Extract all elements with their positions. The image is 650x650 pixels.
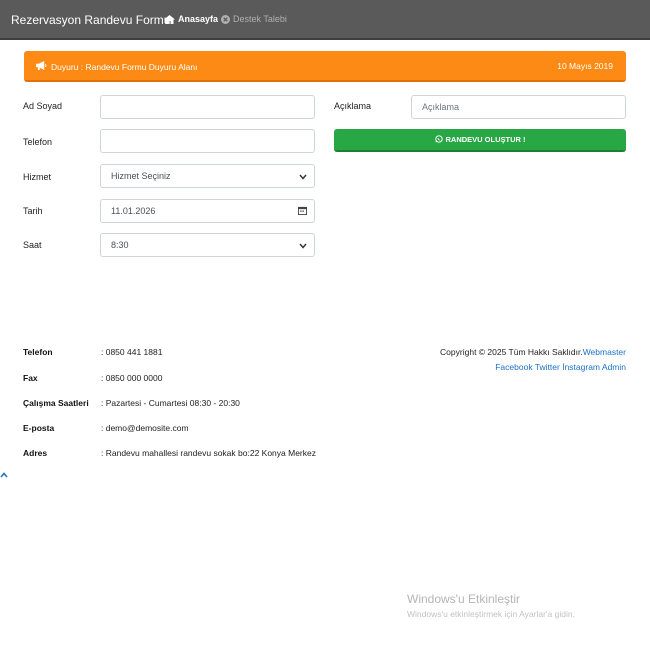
description-placeholder: Açıklama [422,102,460,112]
phone-input[interactable] [100,129,315,153]
webmaster-link[interactable]: Webmaster [583,347,626,357]
nav-home-link[interactable]: Anasayfa [164,14,218,24]
facebook-link[interactable]: Facebook [495,362,532,372]
name-label: Ad Soyad [23,101,63,111]
create-appointment-button[interactable]: RANDEVU OLUŞTUR ! [334,129,626,152]
date-input[interactable]: 11.01.2026 [100,199,315,223]
contact-label-email: E-posta [23,423,55,433]
chevron-down-icon [299,241,307,251]
nav-home-label: Anasayfa [178,14,219,24]
instagram-link[interactable]: İnstagram [562,362,600,372]
time-label: Saat [23,240,42,250]
time-selected: 8:30 [111,240,129,250]
announcement-date: 10 Mayıs 2019 [557,61,613,71]
twitter-link[interactable]: Twitter [535,362,560,372]
name-input[interactable] [100,95,315,119]
home-icon [164,14,175,24]
chevron-down-icon [299,172,307,182]
description-input[interactable]: Açıklama [411,95,626,119]
description-label: Açıklama [334,101,372,111]
footer-links: Facebook Twitter İnstagram Admin [495,362,626,372]
time-select[interactable]: 8:30 [100,233,315,257]
date-label: Tarih [23,206,43,216]
contact-value-phone: : 0850 441 1881 [101,347,163,357]
brand-title[interactable]: Rezervasyon Randevu Formu [11,13,170,27]
announcement-text-wrap: Duyuru : Randevu Formu Duyuru Alanı [36,61,197,72]
copyright: Copyright © 2025 Tüm Hakkı Saklıdır.Webm… [440,347,626,357]
contact-label-address: Adres [23,448,48,458]
contact-label-phone: Telefon [23,347,53,357]
phone-label: Telefon [23,137,53,147]
date-value: 11.01.2026 [111,206,156,216]
nav-support-label: Destek Talebi [233,14,287,24]
contact-value-hours: : Pazartesi - Cumartesi 08:30 - 20:30 [101,398,240,408]
activation-watermark-title: Windows'u Etkinleştir [407,592,520,606]
service-label: Hizmet [23,172,52,182]
contact-value-address: : Randevu mahallesi randevu sokak bo:22 … [101,448,316,458]
calendar-icon[interactable] [298,206,307,217]
contact-value-email: : demo@demosite.com [101,423,189,433]
contact-label-fax: Fax [23,373,38,383]
activation-watermark-subtitle: Windows'u etkinleştirmek için Ayarlar'a … [407,609,575,619]
megaphone-icon [36,61,47,72]
scroll-to-top-icon[interactable] [0,470,8,480]
announcement-bar: Duyuru : Randevu Formu Duyuru Alanı 10 M… [24,51,626,82]
nav-support-link[interactable]: Destek Talebi [221,14,287,24]
service-select[interactable]: Hizmet Seçiniz [100,164,315,188]
announcement-text: Duyuru : Randevu Formu Duyuru Alanı [51,61,198,72]
service-selected: Hizmet Seçiniz [111,171,171,181]
close-circle-icon [221,14,230,24]
contact-value-fax: : 0850 000 0000 [101,373,163,383]
admin-link[interactable]: Admin [602,362,626,372]
contact-label-hours: Çalışma Saatleri [23,398,89,408]
whatsapp-icon [434,134,443,145]
navbar: Rezervasyon Randevu Formu Anasayfa Deste… [0,0,650,40]
submit-label: RANDEVU OLUŞTUR ! [445,135,526,144]
copyright-text: Copyright © 2025 Tüm Hakkı Saklıdır. [440,347,583,357]
